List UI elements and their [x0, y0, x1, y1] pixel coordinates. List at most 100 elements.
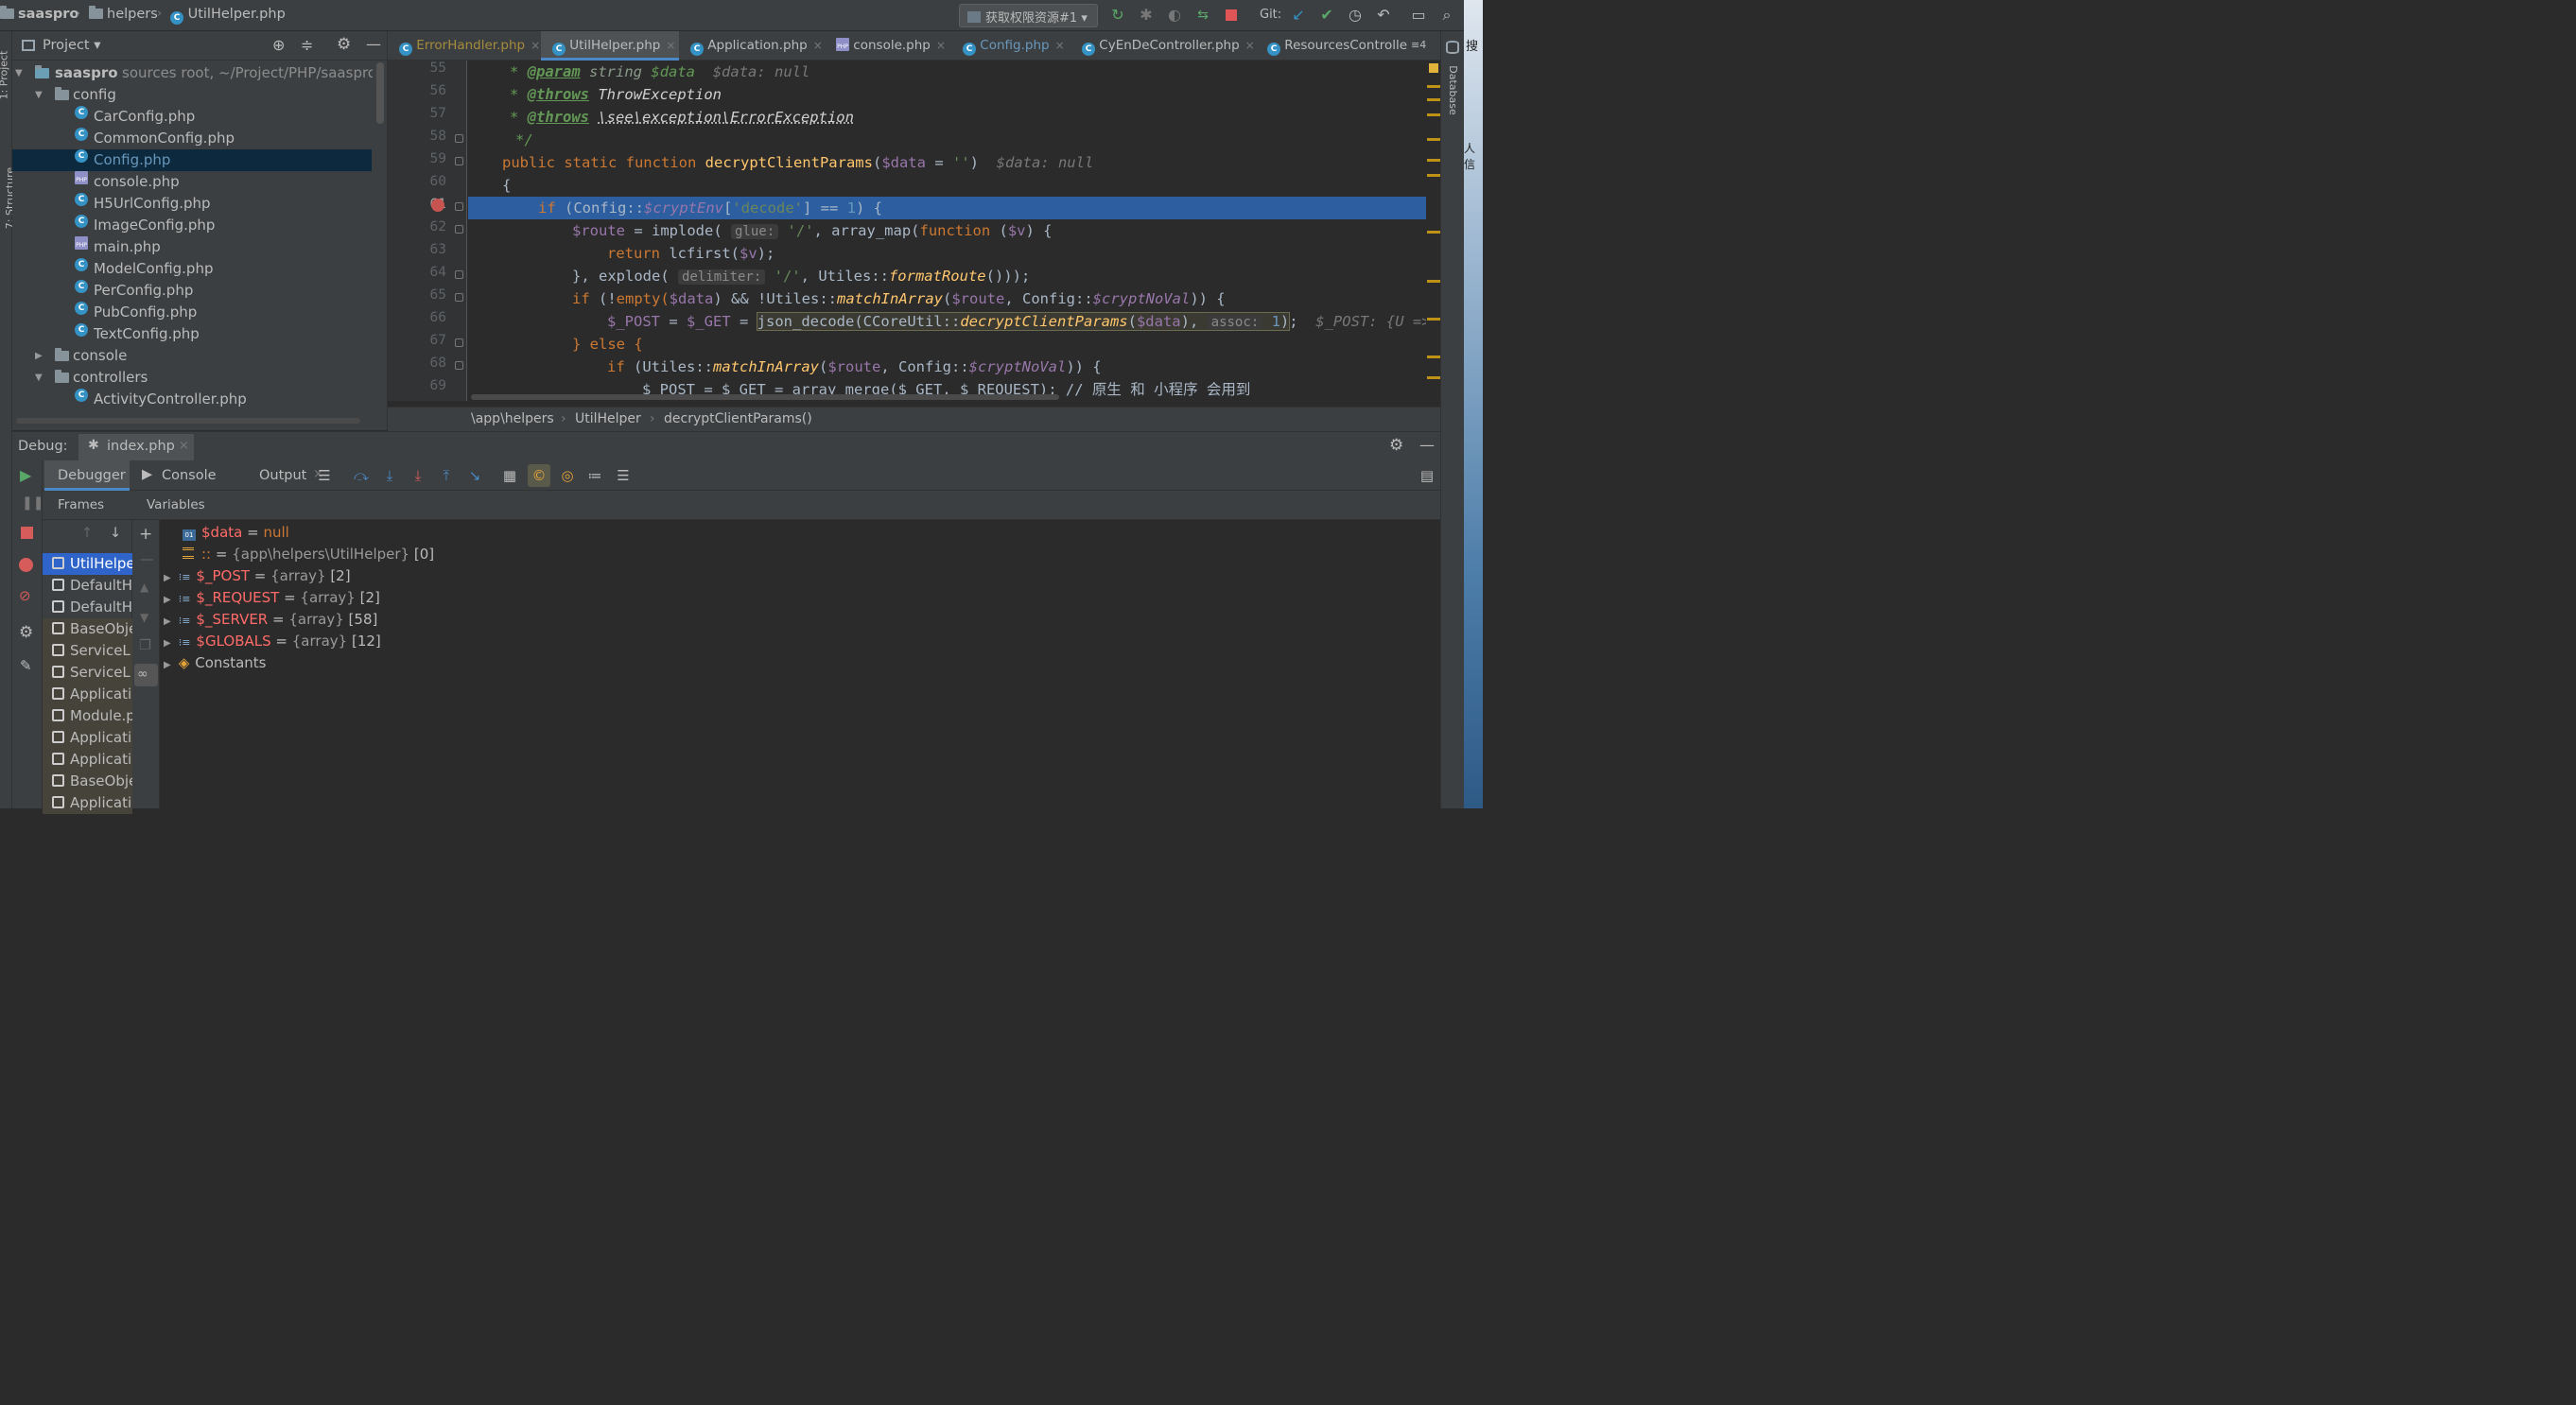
- run-configuration-select[interactable]: 获取权限资源#1 ▾: [959, 4, 1098, 27]
- fold-icon[interactable]: [455, 202, 463, 211]
- gear-icon[interactable]: ⚙: [19, 623, 33, 642]
- tree-item-config[interactable]: ▼ config: [12, 84, 376, 106]
- frame-item[interactable]: BaseObje: [43, 618, 132, 640]
- hide-icon[interactable]: —: [366, 35, 381, 53]
- fold-icon[interactable]: [455, 157, 463, 165]
- frame-item[interactable]: Applicati: [43, 749, 132, 771]
- copy-icon[interactable]: ❐: [139, 638, 151, 653]
- close-icon[interactable]: ×: [179, 439, 189, 453]
- collapsed-arrow-icon[interactable]: ▶: [164, 616, 171, 627]
- gear-icon[interactable]: ⚙: [1389, 436, 1403, 455]
- variable-row[interactable]: 01 $data = null: [183, 522, 289, 544]
- terminal-icon[interactable]: ▭: [1408, 5, 1429, 26]
- nav-project[interactable]: saaspro: [0, 6, 78, 22]
- coverage-icon[interactable]: ◐: [1164, 5, 1185, 26]
- database-tool-window-button[interactable]: Database: [1447, 65, 1459, 115]
- variable-row[interactable]: :: = {app\helpers\UtilHelper} [0]: [183, 544, 434, 565]
- close-icon[interactable]: ×: [531, 39, 540, 52]
- warning-marker[interactable]: [1427, 318, 1440, 321]
- view-breakpoints-icon[interactable]: [19, 558, 33, 572]
- breakpoint-icon[interactable]: [431, 199, 444, 212]
- fold-icon[interactable]: [455, 293, 463, 302]
- close-icon[interactable]: ×: [666, 39, 675, 52]
- tree-item-activitycontroller[interactable]: C ActivityController.php: [12, 389, 376, 410]
- tab-config[interactable]: C Config.php ×: [951, 31, 1070, 61]
- variable-row[interactable]: ▶ ⁝≡ $GLOBALS = {array} [12]: [164, 631, 381, 652]
- move-down-icon[interactable]: ▼: [140, 611, 148, 624]
- force-step-into-icon[interactable]: ⤓: [409, 466, 427, 485]
- collapse-all-icon[interactable]: ≑: [301, 36, 313, 54]
- git-commit-icon[interactable]: ✔: [1316, 5, 1337, 26]
- frame-item[interactable]: Module.p: [43, 705, 132, 727]
- tree-item-controllers[interactable]: ▼ controllers: [12, 367, 376, 389]
- collapsed-arrow-icon[interactable]: ▶: [164, 638, 171, 649]
- arrow-up-icon[interactable]: ↑: [81, 526, 93, 541]
- collapsed-arrow-icon[interactable]: ▶: [164, 660, 171, 670]
- minus-icon[interactable]: —: [140, 552, 154, 567]
- tree-item-textconfig[interactable]: C TextConfig.php: [12, 323, 376, 345]
- step-into-icon[interactable]: ⤓: [380, 466, 399, 485]
- fold-icon[interactable]: [455, 361, 463, 370]
- project-tool-window-button[interactable]: 1: Project: [0, 51, 9, 100]
- close-icon[interactable]: ×: [1055, 39, 1065, 52]
- gear-icon[interactable]: ⚙: [337, 35, 351, 54]
- tab-console[interactable]: PHP console.php ×: [825, 31, 957, 61]
- tab-console[interactable]: Console: [162, 468, 217, 483]
- tab-resourcescontroller[interactable]: C ResourcesController: [1256, 31, 1407, 61]
- fold-icon[interactable]: [455, 270, 463, 279]
- mute-breakpoints-icon[interactable]: ⊘: [19, 587, 31, 604]
- frame-item[interactable]: ServiceL: [43, 640, 132, 662]
- fold-icon[interactable]: [455, 225, 463, 234]
- rollback-icon[interactable]: ↶: [1373, 5, 1394, 26]
- warning-marker[interactable]: [1427, 356, 1440, 358]
- pin-icon[interactable]: ✎: [20, 657, 32, 674]
- tab-utilhelper[interactable]: C UtilHelper.php ×: [541, 31, 679, 61]
- show-execution-point-icon[interactable]: ☰: [315, 466, 334, 485]
- stop-icon[interactable]: [21, 527, 33, 539]
- attach-icon[interactable]: ⇆: [1192, 5, 1213, 26]
- project-view-select[interactable]: Project ▾: [43, 38, 101, 53]
- tree-item-imageconfig[interactable]: C ImageConfig.php: [12, 215, 376, 236]
- variable-row[interactable]: ▶ ⁝≡ $_SERVER = {array} [58]: [164, 609, 377, 631]
- warning-icon[interactable]: [1429, 63, 1438, 73]
- editor-horizontal-scrollbar[interactable]: [471, 394, 1059, 400]
- resume-icon[interactable]: ▶: [20, 466, 31, 484]
- close-icon[interactable]: ×: [1245, 39, 1255, 52]
- tree-item-perconfig[interactable]: C PerConfig.php: [12, 280, 376, 302]
- nav-file[interactable]: C UtilHelper.php: [170, 7, 286, 25]
- tab-application[interactable]: C Application.php ×: [679, 31, 823, 61]
- tree-item-config-php[interactable]: C Config.php: [12, 149, 372, 171]
- frame-item[interactable]: Applicati: [43, 727, 132, 749]
- warning-marker[interactable]: [1427, 280, 1440, 283]
- tree-item-modelconfig[interactable]: C ModelConfig.php: [12, 258, 376, 280]
- tree-item-console-php[interactable]: PHP console.php: [12, 171, 376, 193]
- rerun-icon[interactable]: ↻: [1107, 5, 1128, 26]
- pause-icon[interactable]: ❚❚: [22, 495, 44, 511]
- run-to-cursor-icon[interactable]: ↘: [465, 466, 484, 485]
- variable-row[interactable]: ▶ ◈ Constants: [164, 652, 267, 674]
- tab-overflow-button[interactable]: ≡4: [1407, 31, 1440, 61]
- tab-output[interactable]: Output: [259, 468, 306, 483]
- debug-icon[interactable]: ✱: [1136, 5, 1157, 26]
- breadcrumb-class[interactable]: UtilHelper: [575, 411, 641, 426]
- arrow-down-icon[interactable]: ↓: [110, 526, 121, 541]
- git-update-icon[interactable]: ↙: [1288, 5, 1309, 26]
- frame-item[interactable]: Applicati: [43, 792, 132, 814]
- collapsed-arrow-icon[interactable]: ▶: [164, 595, 171, 605]
- tree-item-h5urlconfig[interactable]: C H5UrlConfig.php: [12, 193, 376, 215]
- variable-row[interactable]: ▶ ⁝≡ $_REQUEST = {array} [2]: [164, 587, 380, 609]
- frame-item[interactable]: BaseObje: [43, 771, 132, 792]
- tree-item-commonconfig[interactable]: C CommonConfig.php: [12, 128, 376, 149]
- hide-icon[interactable]: —: [1419, 436, 1435, 454]
- tree-item-console-folder[interactable]: ▶ console: [12, 345, 376, 367]
- frame-item[interactable]: ServiceL: [43, 662, 132, 684]
- frame-item[interactable]: Applicati: [43, 684, 132, 705]
- frame-item[interactable]: UtilHelper: [43, 553, 132, 575]
- warning-marker[interactable]: [1427, 159, 1440, 162]
- warning-marker[interactable]: [1427, 376, 1440, 379]
- breadcrumb-namespace[interactable]: \app\helpers: [471, 411, 554, 426]
- history-icon[interactable]: ◷: [1345, 5, 1366, 26]
- fold-icon[interactable]: [455, 134, 463, 143]
- breadcrumb-method[interactable]: decryptClientParams(): [664, 411, 812, 426]
- warning-marker[interactable]: [1427, 174, 1440, 177]
